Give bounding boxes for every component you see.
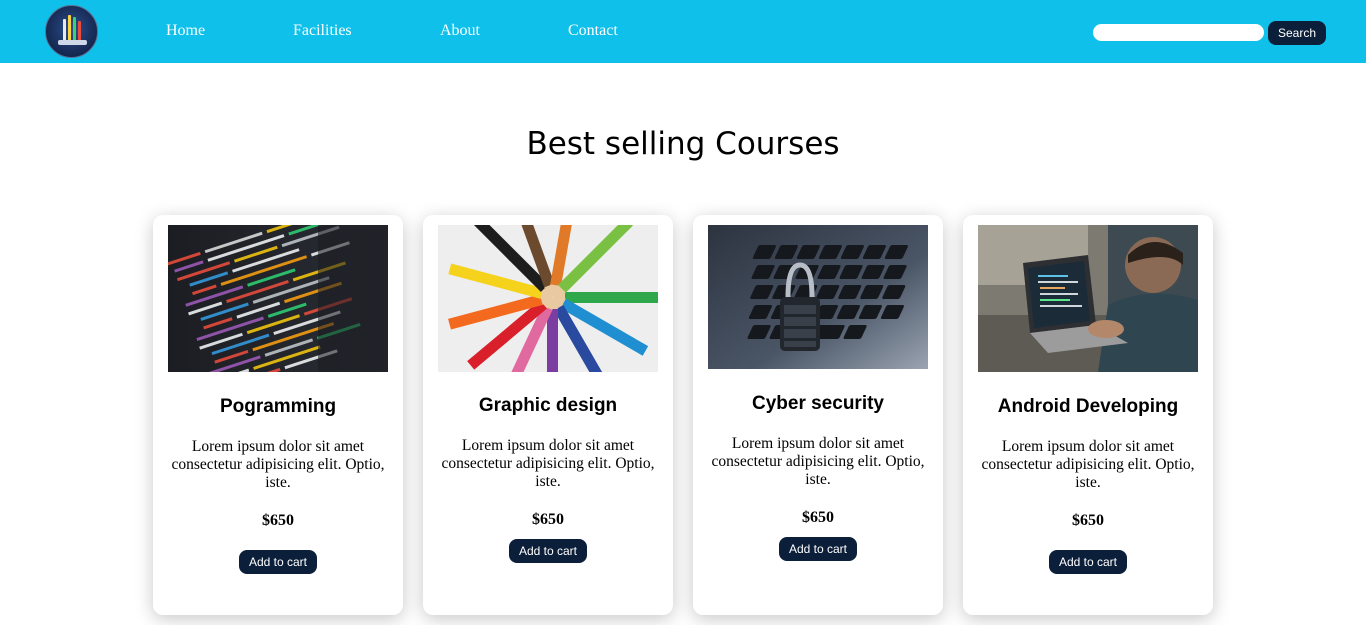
course-price: $650 [532,511,564,528]
navbar: Home Facilities About Contact Search [0,0,1366,63]
course-card-graphic-design: Graphic design Lorem ipsum dolor sit ame… [423,215,673,615]
course-image-programming [168,225,388,372]
nav-link-home[interactable]: Home [166,22,205,40]
course-card-cyber-security: Cyber security Lorem ipsum dolor sit ame… [693,215,943,615]
course-description: Lorem ipsum dolor sit amet consectetur a… [171,438,385,491]
search-input[interactable] [1093,24,1264,41]
course-description: Lorem ipsum dolor sit amet consectetur a… [441,437,655,490]
add-to-cart-button[interactable]: Add to cart [239,550,317,574]
course-title: Android Developing [997,396,1179,417]
course-image-graphic-design [438,225,658,372]
add-to-cart-button[interactable]: Add to cart [779,537,857,561]
add-to-cart-button[interactable]: Add to cart [509,539,587,563]
site-logo[interactable] [45,5,98,58]
nav-link-about[interactable]: About [440,22,480,40]
course-card-programming: Pogramming Lorem ipsum dolor sit amet co… [153,215,403,615]
course-image-cyber-security [708,225,928,369]
course-price: $650 [1072,512,1104,529]
course-title: Pogramming [219,396,337,417]
course-description: Lorem ipsum dolor sit amet consectetur a… [711,435,925,488]
course-title: Graphic design [478,395,618,416]
course-image-android-developing [978,225,1198,372]
search-button[interactable]: Search [1268,21,1326,45]
nav-link-contact[interactable]: Contact [568,22,618,40]
course-price: $650 [262,512,294,529]
add-to-cart-button[interactable]: Add to cart [1049,550,1127,574]
course-card-android-developing: Android Developing Lorem ipsum dolor sit… [963,215,1213,615]
section-title: Best selling Courses [526,126,840,162]
course-title: Cyber security [751,393,884,414]
course-description: Lorem ipsum dolor sit amet consectetur a… [981,438,1195,491]
nav-link-facilities[interactable]: Facilities [293,22,352,40]
course-price: $650 [802,509,834,526]
